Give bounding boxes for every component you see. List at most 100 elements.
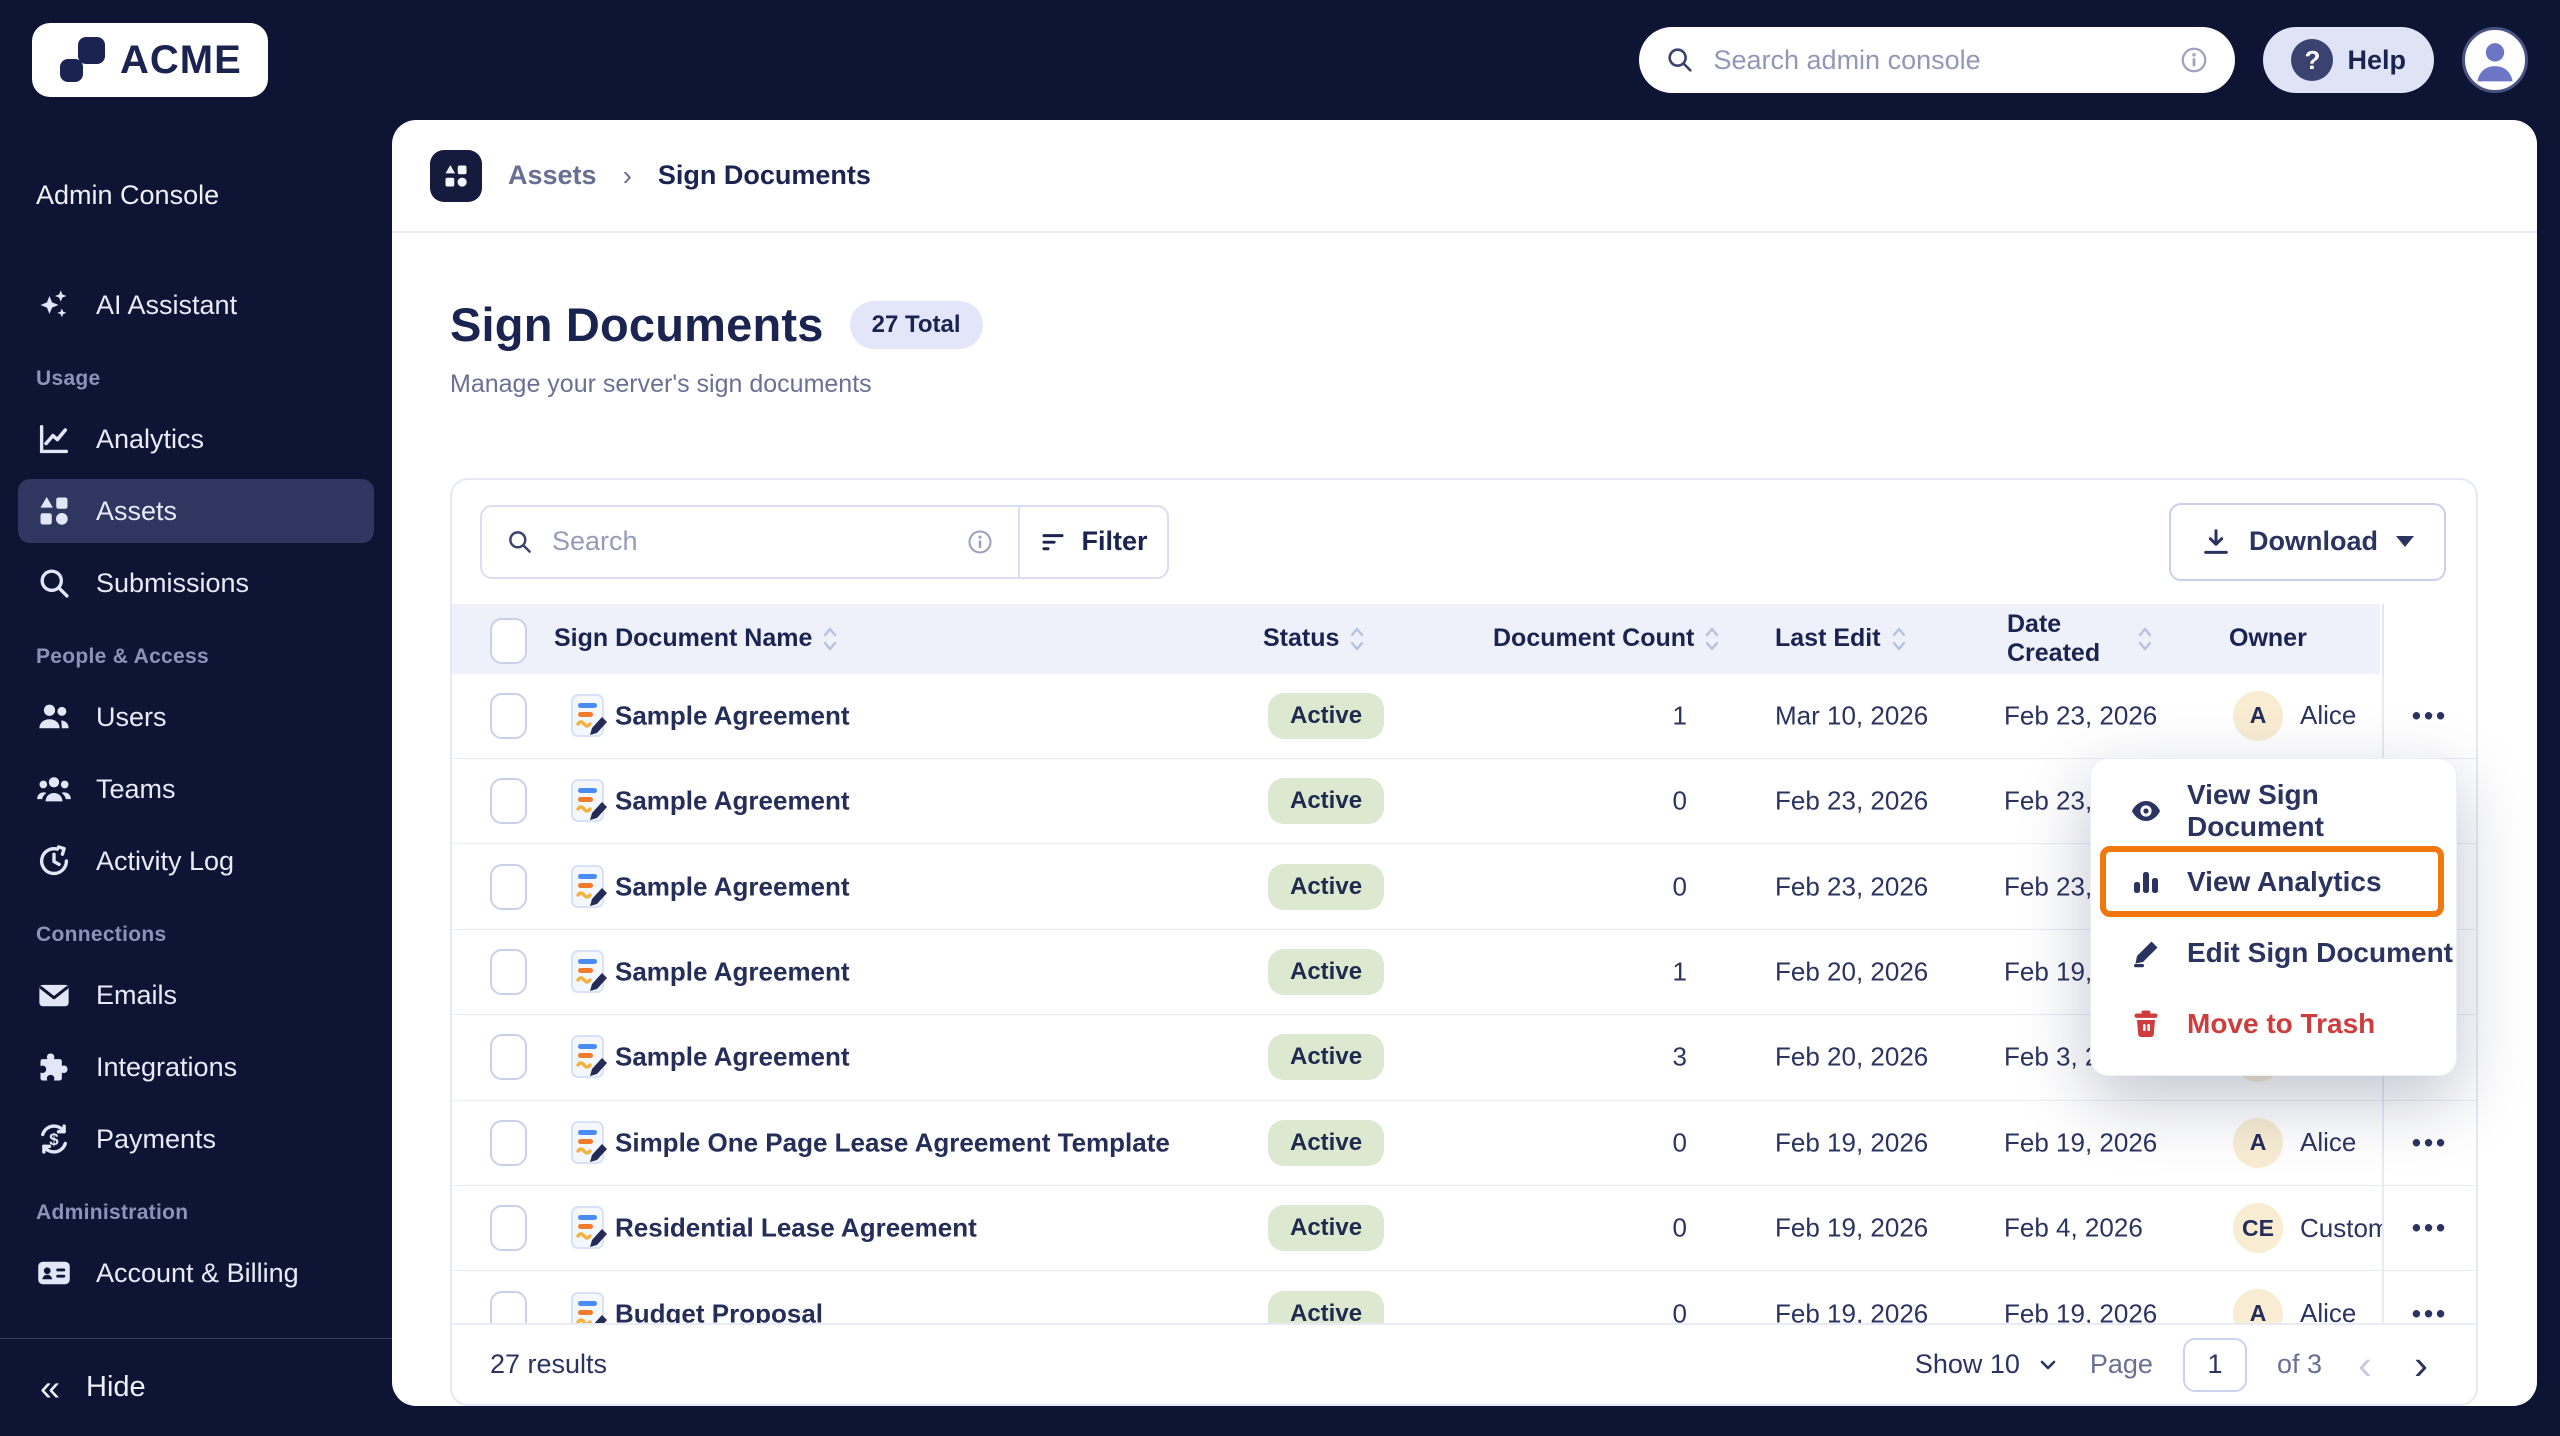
row-actions-button[interactable]: ••• (2382, 1298, 2476, 1323)
status-badge: Active (1268, 692, 1385, 739)
download-button[interactable]: Download (2169, 502, 2446, 581)
of-total-label: of 3 (2276, 1349, 2322, 1380)
menu-item-edit-sign-document[interactable]: Edit Sign Document (2091, 917, 2456, 988)
sidebar-hide-button[interactable]: « Hide (0, 1338, 392, 1436)
acme-logo[interactable]: ACME (32, 23, 268, 97)
breadcrumb-current: Sign Documents (657, 160, 871, 190)
breadcrumb-assets-link[interactable]: Assets (508, 160, 597, 191)
help-button[interactable]: ? Help (2263, 27, 2434, 93)
row-actions-button[interactable]: ••• (2382, 700, 2476, 731)
sidebar-item-assets[interactable]: Assets (18, 479, 374, 543)
column-header-owner: Owner (2229, 604, 2307, 674)
status-badge: Active (1268, 1205, 1385, 1252)
row-checkbox[interactable] (490, 1205, 527, 1252)
document-count-cell: 0 (1672, 785, 1687, 816)
sidebar-item-emails[interactable]: Emails (18, 963, 374, 1027)
ellipsis-icon: ••• (2411, 1212, 2449, 1243)
admin-search-bar[interactable] (1639, 27, 2236, 93)
question-icon: ? (2291, 39, 2334, 81)
document-name-link[interactable]: Sample Agreement (615, 1042, 850, 1073)
column-header-status[interactable]: Status (1263, 604, 1365, 674)
column-header-document-count[interactable]: Document Count (1493, 604, 1720, 674)
row-checkbox[interactable] (490, 1119, 527, 1166)
sidebar-item-payments[interactable]: Payments (18, 1107, 374, 1171)
sidebar-section-label: Usage (36, 367, 101, 390)
column-header-label: Owner (2229, 624, 2307, 653)
filter-button[interactable]: Filter (1020, 507, 1167, 577)
sidebar-item-label: Assets (96, 495, 178, 526)
document-name-link[interactable]: Budget Proposal (615, 1298, 823, 1323)
payments-icon (36, 1121, 72, 1157)
column-header-label: Status (1263, 624, 1340, 653)
sidebar-item-label: Users (96, 701, 167, 732)
sidebar-item-account-billing[interactable]: Account & Billing (18, 1241, 374, 1305)
row-actions-button[interactable]: ••• (2382, 1213, 2476, 1244)
table-search-input[interactable] (552, 526, 948, 558)
column-header-sign-document-name[interactable]: Sign Document Name (554, 604, 838, 674)
admin-search-input[interactable] (1713, 44, 2162, 76)
owner-name: Customer (2300, 1212, 2382, 1243)
row-checkbox-cell (490, 1290, 527, 1324)
teams-icon (36, 771, 72, 807)
row-checkbox[interactable] (490, 863, 527, 910)
last-edit-cell: Feb 23, 2026 (1775, 871, 1929, 902)
avatar: A (2233, 690, 2283, 741)
previous-page-button[interactable]: ‹ (2352, 1343, 2378, 1386)
sort-icon (1704, 626, 1720, 652)
owner-cell: CE Customer (2233, 1203, 2382, 1254)
column-header-date-created[interactable]: Date Created (2007, 604, 2153, 674)
table-row: Simple One Page Lease Agreement Template… (452, 1100, 2476, 1186)
last-edit-cell: Feb 19, 2026 (1775, 1212, 1929, 1243)
column-header-last-edit[interactable]: Last Edit (1775, 604, 1907, 674)
sidebar-item-ai-assistant[interactable]: AI Assistant (18, 273, 374, 337)
menu-item-move-to-trash[interactable]: Move to Trash (2091, 988, 2456, 1059)
sidebar-section-label: Administration (36, 1201, 189, 1224)
menu-item-view-analytics[interactable]: View Analytics (2100, 846, 2444, 917)
sidebar-item-submissions[interactable]: Submissions (18, 551, 374, 615)
row-checkbox[interactable] (490, 1290, 527, 1324)
row-checkbox[interactable] (490, 778, 527, 825)
sparkles-icon (36, 287, 72, 323)
row-checkbox[interactable] (490, 948, 527, 995)
user-avatar[interactable] (2462, 27, 2528, 93)
row-checkbox[interactable] (490, 1034, 527, 1081)
row-actions-button[interactable]: ••• (2382, 1127, 2476, 1158)
sidebar-item-label: AI Assistant (96, 289, 238, 320)
select-all-checkbox[interactable] (490, 617, 527, 664)
magnifier-icon (36, 565, 72, 601)
eye-icon (2129, 794, 2163, 828)
shapes-icon (36, 493, 72, 529)
document-name-link[interactable]: Simple One Page Lease Agreement Template (615, 1127, 1170, 1158)
sidebar-item-activity-log[interactable]: Activity Log (18, 829, 374, 893)
sidebar-item-label: Emails (96, 979, 178, 1010)
row-checkbox-cell (490, 1034, 527, 1081)
last-edit-cell: Feb 20, 2026 (1775, 956, 1929, 987)
status-badge: Active (1268, 1290, 1385, 1324)
document-name-link[interactable]: Residential Lease Agreement (615, 1213, 977, 1244)
sidebar-item-integrations[interactable]: Integrations (18, 1035, 374, 1099)
page-label: Page (2089, 1349, 2153, 1380)
row-checkbox-cell (490, 1205, 527, 1252)
document-name-link[interactable]: Sample Agreement (615, 871, 850, 902)
page-number-input[interactable] (2182, 1337, 2247, 1392)
document-name-link[interactable]: Sample Agreement (615, 700, 850, 731)
sidebar-item-users[interactable]: Users (18, 685, 374, 749)
row-checkbox[interactable] (490, 692, 527, 739)
next-page-button[interactable]: › (2408, 1343, 2434, 1386)
filter-icon (1039, 528, 1067, 556)
sidebar-item-teams[interactable]: Teams (18, 757, 374, 821)
sidebar-section-label: People & Access (36, 645, 209, 668)
table-search[interactable] (482, 507, 1018, 577)
status-cell: Active (1268, 863, 1385, 910)
last-edit-cell: Mar 10, 2026 (1775, 700, 1929, 731)
row-checkbox-cell (490, 778, 527, 825)
document-name-link[interactable]: Sample Agreement (615, 956, 850, 987)
row-actions-menu: View Sign Document View Analytics Edit Sig… (2090, 758, 2457, 1076)
sidebar-item-analytics[interactable]: Analytics (18, 407, 374, 471)
menu-item-view-sign-document[interactable]: View Sign Document (2091, 775, 2456, 846)
sign-document-icon (570, 1034, 610, 1080)
document-name-link[interactable]: Sample Agreement (615, 786, 850, 817)
show-per-page-select[interactable]: Show 10 (1915, 1349, 2060, 1380)
console-title: Admin Console (36, 180, 220, 210)
status-badge: Active (1268, 1034, 1385, 1081)
